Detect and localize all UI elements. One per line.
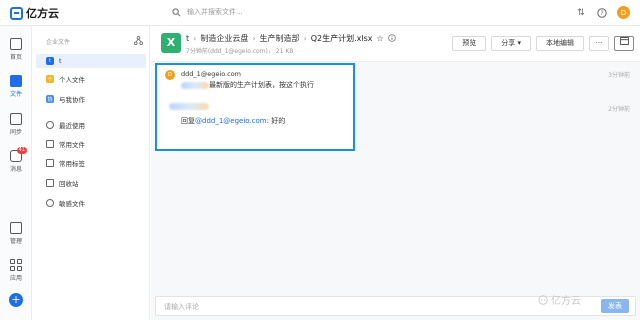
preview-button[interactable]: 预览	[452, 36, 487, 51]
rail-label: 应用	[9, 275, 22, 282]
sidebar-item-personal[interactable]: 个 个人文件	[36, 72, 146, 86]
local-edit-button[interactable]: 本地编辑	[536, 36, 584, 51]
sidebar-item-label: t	[59, 57, 62, 65]
app-logo[interactable]: 亿方云	[10, 5, 59, 21]
rail-item-manage[interactable]: 管理	[0, 222, 32, 245]
redacted-name	[169, 103, 209, 110]
sidebar-item-label: 个人文件	[59, 76, 85, 84]
search-input[interactable]: 输入并搜索文件...	[187, 7, 243, 17]
sidebar-heading: 企业文件	[46, 39, 71, 46]
search-icon	[172, 7, 181, 17]
sidebar-item-label: 常用标签	[59, 160, 85, 168]
rail-item-messages[interactable]: 41 消息	[0, 147, 32, 173]
message-icon: 41	[10, 147, 27, 162]
sidebar-item-tags[interactable]: 常用标签	[36, 156, 146, 170]
breadcrumb-item[interactable]: 生产制造部	[260, 33, 300, 44]
comment-input[interactable]: 请输入评论	[164, 302, 199, 312]
star-icon[interactable]: ☆	[377, 34, 384, 43]
comment-item: 回复@ddd_1@egeio.com: 好的	[165, 103, 355, 127]
rail-item-home[interactable]: 首页	[0, 38, 32, 61]
rail-item-apps[interactable]: 应用	[0, 259, 32, 282]
comment-text: 回复@ddd_1@egeio.com: 好的	[181, 117, 286, 125]
share-label: 分享	[501, 39, 516, 47]
sidebar-item-shared[interactable]: 协 与我协作	[36, 92, 146, 106]
breadcrumb-item[interactable]: t	[186, 34, 189, 43]
share-button[interactable]: 分享 ▾	[491, 36, 531, 51]
trash-icon	[46, 179, 54, 187]
manage-icon	[10, 222, 22, 234]
comment-text: 最新版的生产计划表，按这个执行	[181, 80, 314, 90]
rail-label: 同步	[9, 129, 22, 136]
rail-label: 消息	[9, 166, 22, 173]
excel-file-icon: X	[161, 33, 181, 53]
commenter-avatar: D	[165, 70, 175, 80]
sidebar-item-t[interactable]: t t	[36, 54, 146, 68]
logo-icon	[10, 6, 23, 20]
unread-badge: 41	[16, 147, 27, 154]
sidebar-item-label: 回收站	[59, 180, 79, 188]
watermark: 亿方云	[538, 292, 581, 307]
comment-time: 2分钟前	[608, 106, 630, 113]
file-meta: 7分钟前(ddd_1@egeio.com)， 21 KB	[186, 48, 294, 55]
comment-item: D ddd_1@egeio.com 最新版的生产计划表，按这个执行	[165, 70, 355, 92]
svg-text:?: ?	[600, 10, 603, 17]
logo-text: 亿方云	[26, 7, 59, 20]
sidebar-item-label: 敏感文件	[59, 200, 85, 208]
sidebar-item-frequent[interactable]: 常用文件	[36, 137, 146, 151]
sidebar-item-label: 最近使用	[59, 122, 85, 130]
sidebar-item-recent[interactable]: 最近使用	[36, 118, 146, 132]
help-icon[interactable]: ?	[596, 7, 608, 19]
sidebar-item-sensitive[interactable]: 敏感文件	[36, 196, 146, 210]
clock-icon	[46, 121, 54, 129]
rail-item-sync[interactable]: 同步	[0, 113, 32, 136]
user-avatar[interactable]: D	[617, 6, 630, 19]
shared-folder-icon: 协	[46, 95, 54, 103]
team-folder-icon: t	[46, 57, 54, 65]
mention-link[interactable]: @ddd_1@egeio.com	[195, 117, 267, 125]
add-button[interactable]: +	[9, 293, 23, 307]
sidebar-item-label: 与我协作	[59, 96, 85, 104]
sidebar-item-trash[interactable]: 回收站	[36, 176, 146, 190]
personal-folder-icon: 个	[46, 75, 54, 83]
panel-icon	[619, 37, 629, 45]
tree-icon[interactable]	[134, 36, 143, 45]
redacted-text	[181, 81, 209, 89]
sync-icon	[10, 113, 22, 125]
watermark-text: 亿方云	[551, 296, 581, 307]
main-panel: X t › 制造企业云盘 › 生产制造部 › Q2生产计划.xlsx ☆ 7分钟…	[151, 26, 640, 320]
file-sidebar: 企业文件 t t 个 个人文件 协 与我协作 最近使用 常用文件 常用标签 回收…	[32, 26, 150, 320]
home-icon	[10, 38, 22, 50]
rail-label: 管理	[9, 238, 22, 245]
tag-icon	[46, 159, 54, 167]
apps-icon	[10, 259, 22, 271]
commenter-name: ddd_1@egeio.com	[181, 70, 242, 78]
more-button[interactable]: ···	[589, 36, 609, 51]
top-bar: 亿方云 输入并搜索文件... ⇅ ? D	[0, 0, 640, 26]
breadcrumb-separator: ›	[252, 34, 256, 43]
breadcrumb-separator: ›	[193, 34, 197, 43]
rail-label: 首页	[9, 54, 22, 61]
file-icon	[46, 140, 54, 148]
comment-time: 3分钟前	[608, 72, 630, 79]
rail-item-files[interactable]: 文件	[0, 75, 32, 98]
breadcrumb-item[interactable]: 制造企业云盘	[200, 33, 248, 44]
file-name: Q2生产计划.xlsx	[310, 34, 373, 43]
sort-icon[interactable]: ⇅	[575, 7, 587, 19]
breadcrumb: t › 制造企业云盘 › 生产制造部 › Q2生产计划.xlsx ☆	[186, 33, 396, 44]
search-box[interactable]: 输入并搜索文件...	[172, 7, 243, 17]
side-panel-toggle[interactable]	[614, 36, 634, 51]
post-comment-button[interactable]: 发表	[601, 299, 629, 313]
breadcrumb-separator: ›	[303, 34, 307, 43]
warning-icon	[46, 199, 54, 207]
folder-icon	[10, 75, 22, 87]
rail-label: 文件	[9, 91, 22, 98]
file-header: X t › 制造企业云盘 › 生产制造部 › Q2生产计划.xlsx ☆ 7分钟…	[151, 26, 640, 62]
watermark-icon	[538, 294, 548, 305]
chevron-down-icon: ▾	[517, 39, 521, 47]
sidebar-item-label: 常用文件	[59, 141, 85, 149]
nav-rail: 首页 文件 同步 41 消息 管理 应用	[0, 26, 32, 320]
info-icon[interactable]	[387, 33, 396, 44]
comment-list: D ddd_1@egeio.com 最新版的生产计划表，按这个执行 回复@ddd…	[155, 63, 355, 151]
